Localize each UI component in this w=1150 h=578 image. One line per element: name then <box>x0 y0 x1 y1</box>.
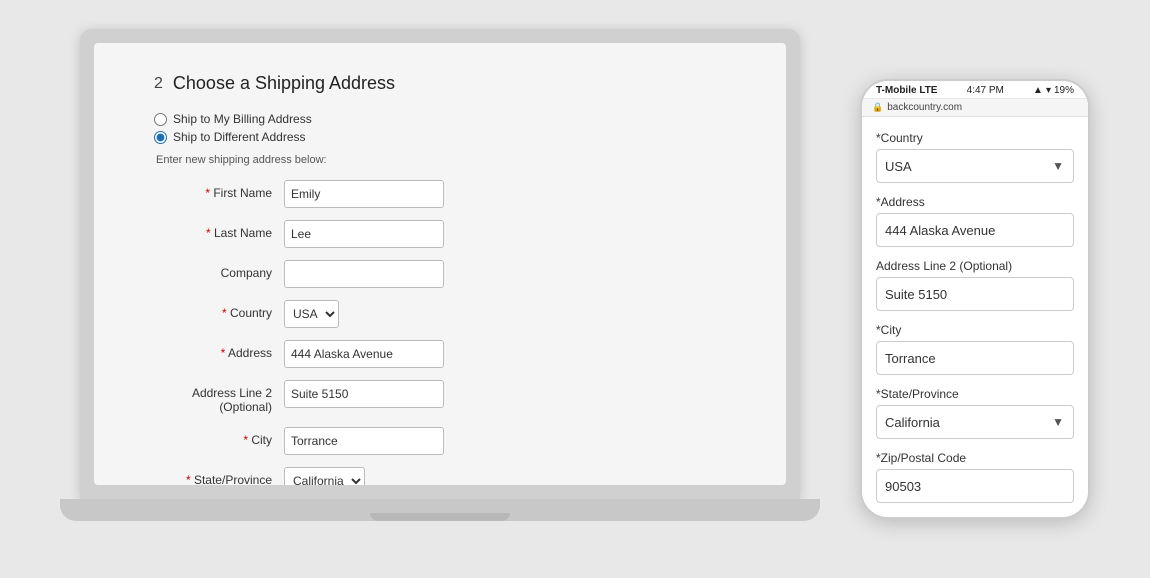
laptop-hinge <box>370 513 510 521</box>
page-title-row: 2 Choose a Shipping Address <box>154 73 726 94</box>
laptop-base <box>60 499 820 521</box>
input-last-name[interactable] <box>284 220 444 248</box>
laptop-screen: 2 Choose a Shipping Address Ship to My B… <box>94 43 786 485</box>
input-company[interactable] <box>284 260 444 288</box>
label-company: Company <box>154 260 284 280</box>
battery-text: 19% <box>1054 85 1074 96</box>
phone-label-address: *Address <box>876 195 1074 209</box>
phone-url-bar: 🔒 backcountry.com <box>862 99 1088 117</box>
phone-label-address2: Address Line 2 (Optional) <box>876 259 1074 273</box>
lock-icon: 🔒 <box>872 102 883 113</box>
url-text: backcountry.com <box>887 102 962 113</box>
radio-billing-label: Ship to My Billing Address <box>173 112 312 126</box>
phone-select-country[interactable]: USA <box>876 149 1074 183</box>
select-state[interactable]: California <box>284 467 365 485</box>
phone-form-group-country: *Country USA ▼ <box>876 131 1074 183</box>
step-number: 2 <box>154 75 163 93</box>
laptop-content: 2 Choose a Shipping Address Ship to My B… <box>94 43 786 485</box>
label-first-name: * First Name <box>154 180 284 200</box>
input-city[interactable] <box>284 427 444 455</box>
radio-group: Ship to My Billing Address Ship to Diffe… <box>154 112 726 144</box>
page-title: Choose a Shipping Address <box>173 73 395 94</box>
form-row-country: * Country USA <box>154 300 726 328</box>
input-first-name[interactable] <box>284 180 444 208</box>
phone-label-country: *Country <box>876 131 1074 145</box>
phone-status-bar: T-Mobile LTE 4:47 PM ▲ ▾ 19% <box>862 81 1088 99</box>
phone-form-group-state: *State/Province California ▼ <box>876 387 1074 439</box>
radio-different-input[interactable] <box>154 131 167 144</box>
carrier-text: T-Mobile LTE <box>876 85 937 96</box>
radio-different[interactable]: Ship to Different Address <box>154 130 726 144</box>
phone-body: *Country USA ▼ *Address Address Line 2 <box>862 117 1088 517</box>
carrier-info: T-Mobile LTE <box>876 85 937 96</box>
laptop-bezel: 2 Choose a Shipping Address Ship to My B… <box>80 29 800 499</box>
form-row-address2: Address Line 2(Optional) <box>154 380 726 415</box>
phone-wrapper: T-Mobile LTE 4:47 PM ▲ ▾ 19% 🔒 backcount… <box>860 79 1090 519</box>
radio-billing[interactable]: Ship to My Billing Address <box>154 112 726 126</box>
label-address: * Address <box>154 340 284 360</box>
radio-billing-input[interactable] <box>154 113 167 126</box>
radio-different-label: Ship to Different Address <box>173 130 306 144</box>
laptop-wrapper: 2 Choose a Shipping Address Ship to My B… <box>60 29 820 549</box>
phone-label-city: *City <box>876 323 1074 337</box>
select-country[interactable]: USA <box>284 300 339 328</box>
phone-label-state: *State/Province <box>876 387 1074 401</box>
wifi-icon: ▾ <box>1046 85 1051 96</box>
input-address[interactable] <box>284 340 444 368</box>
label-city: * City <box>154 427 284 447</box>
form-row-company: Company <box>154 260 726 288</box>
phone-select-wrapper-state: California ▼ <box>876 405 1074 439</box>
phone-form-group-phone: *Phone <box>876 515 1074 517</box>
status-icons: ▲ ▾ 19% <box>1033 85 1074 96</box>
label-address2: Address Line 2(Optional) <box>154 380 284 415</box>
signal-icon: ▲ <box>1033 85 1043 96</box>
phone-label-zip: *Zip/Postal Code <box>876 451 1074 465</box>
phone-form-group-city: *City <box>876 323 1074 375</box>
label-last-name: * Last Name <box>154 220 284 240</box>
phone-bezel: T-Mobile LTE 4:47 PM ▲ ▾ 19% 🔒 backcount… <box>860 79 1090 519</box>
form-row-address: * Address <box>154 340 726 368</box>
form-row-city: * City <box>154 427 726 455</box>
form-row-last-name: * Last Name <box>154 220 726 248</box>
phone-form-group-address2: Address Line 2 (Optional) <box>876 259 1074 311</box>
phone-select-wrapper-country: USA ▼ <box>876 149 1074 183</box>
phone-form-group-zip: *Zip/Postal Code <box>876 451 1074 503</box>
label-state: * State/Province <box>154 467 284 485</box>
input-address2[interactable] <box>284 380 444 408</box>
form-row-first-name: * First Name <box>154 180 726 208</box>
phone-input-city[interactable] <box>876 341 1074 375</box>
phone-label-phone: *Phone <box>876 515 1074 517</box>
phone-input-address2[interactable] <box>876 277 1074 311</box>
phone-form-group-address: *Address <box>876 195 1074 247</box>
phone-select-state[interactable]: California <box>876 405 1074 439</box>
devices-row: 2 Choose a Shipping Address Ship to My B… <box>60 29 1090 549</box>
hint-text: Enter new shipping address below: <box>156 154 726 166</box>
time-display: 4:47 PM <box>967 85 1004 96</box>
phone-input-zip[interactable] <box>876 469 1074 503</box>
form-row-state: * State/Province California <box>154 467 726 485</box>
label-country: * Country <box>154 300 284 320</box>
phone-input-address[interactable] <box>876 213 1074 247</box>
